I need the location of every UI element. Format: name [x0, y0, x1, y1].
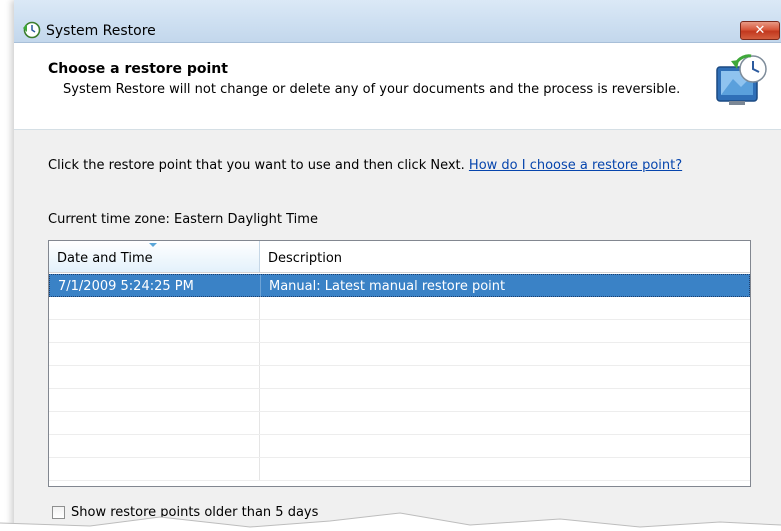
- empty-row: [49, 320, 750, 343]
- restore-point-description: Manual: Latest manual restore point: [269, 279, 506, 294]
- empty-row: [49, 412, 750, 435]
- system-restore-large-icon: [716, 54, 767, 105]
- column-header-description-label: Description: [268, 251, 343, 266]
- list-header: Date and Time Description: [49, 241, 750, 273]
- header-panel: Choose a restore point System Restore wi…: [14, 43, 781, 130]
- empty-row: [49, 435, 750, 458]
- instruction-label: Click the restore point that you want to…: [48, 158, 465, 173]
- column-header-description[interactable]: Description: [260, 241, 750, 272]
- help-link[interactable]: How do I choose a restore point?: [469, 158, 682, 173]
- empty-row: [49, 297, 750, 320]
- close-button[interactable]: ✕: [740, 21, 780, 40]
- content-panel: Click the restore point that you want to…: [14, 130, 781, 531]
- torn-edge-decoration: [0, 512, 781, 531]
- empty-row: [49, 458, 750, 481]
- timezone-label: Current time zone: Eastern Daylight Time: [48, 212, 318, 227]
- restore-point-list[interactable]: Date and Time Description 7/1/2009 5:24:…: [48, 240, 751, 487]
- instruction-text: Click the restore point that you want to…: [48, 158, 682, 173]
- page-title: Choose a restore point: [48, 61, 228, 77]
- empty-row: [49, 366, 750, 389]
- column-header-date[interactable]: Date and Time: [49, 241, 260, 272]
- system-restore-icon: [23, 21, 41, 39]
- title-bar[interactable]: System Restore ✕: [14, 0, 781, 43]
- system-restore-window: System Restore ✕ Choose a restore point …: [14, 0, 781, 531]
- restore-point-date: 7/1/2009 5:24:25 PM: [50, 275, 261, 297]
- window-title: System Restore: [46, 23, 156, 39]
- table-row[interactable]: 7/1/2009 5:24:25 PM Manual: Latest manua…: [49, 274, 750, 297]
- column-header-date-label: Date and Time: [57, 251, 153, 266]
- empty-row: [49, 343, 750, 366]
- page-subtitle: System Restore will not change or delete…: [63, 82, 681, 97]
- empty-row: [49, 389, 750, 412]
- sort-arrow-icon: [149, 243, 157, 247]
